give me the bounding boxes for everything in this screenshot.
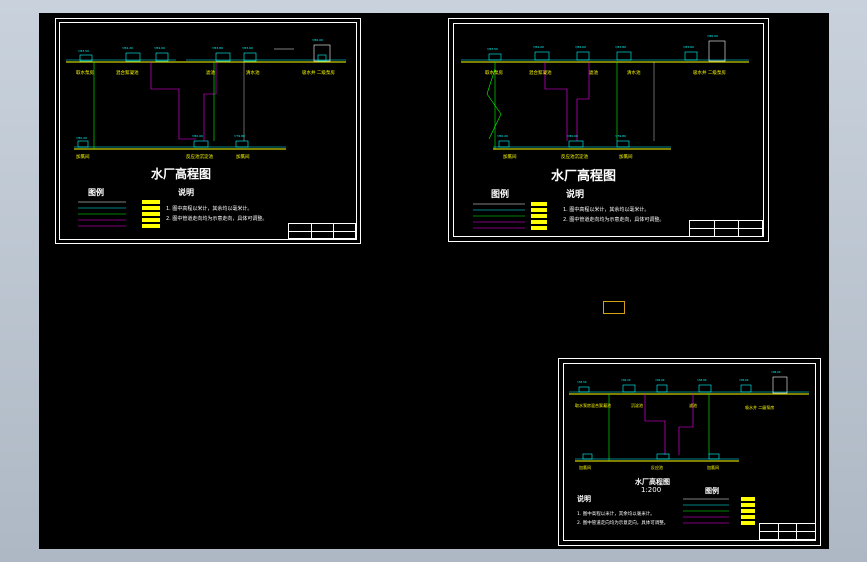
legend-heading: 图例	[88, 187, 104, 197]
title-block	[759, 523, 816, 540]
svg-text:▽79.80: ▽79.80	[615, 134, 626, 138]
legend-heading: 图例	[491, 190, 510, 200]
elevation-profile: ▽83.50 ▽84.20 ▽84.00 ▽83.80 ▽83.60 ▽86.00 取…	[569, 370, 809, 525]
svg-text:▽84.20: ▽84.20	[621, 378, 631, 382]
svg-text:吸水井 二级泵房: 吸水井 二级泵房	[302, 69, 335, 76]
svg-text:▽84.00: ▽84.00	[154, 46, 165, 50]
svg-text:滤池: 滤池	[589, 69, 598, 76]
svg-text:吸水井 二级泵房: 吸水井 二级泵房	[745, 404, 774, 410]
note-1: 1. 图中高程以米计，其余均以毫米计。	[166, 206, 253, 212]
svg-text:▽83.50: ▽83.50	[577, 380, 587, 384]
notes-heading: 说明	[566, 190, 585, 200]
note-2: 2. 图中管道走向均为示意走向，具体可调整。	[563, 217, 665, 223]
drawing-sheet-2[interactable]: ▽83.50 ▽84.20 ▽84.00 ▽83.80 ▽83.60 ▽86.00 ▽…	[448, 18, 769, 242]
svg-text:滤池: 滤池	[689, 402, 697, 408]
svg-text:清水池: 清水池	[246, 69, 260, 76]
svg-text:▽83.80: ▽83.80	[212, 46, 223, 50]
svg-text:清水池: 清水池	[627, 69, 641, 76]
svg-text:▽83.60: ▽83.60	[683, 45, 694, 49]
svg-text:加氯间: 加氯间	[579, 464, 591, 470]
note-1: 1. 图中高程以米计，其余均以毫米计。	[577, 512, 655, 517]
svg-text:吸水井 二级泵房: 吸水井 二级泵房	[693, 69, 726, 76]
unit-label: 取水泵房	[76, 69, 94, 76]
svg-text:▽86.00: ▽86.00	[707, 34, 718, 38]
drawing-sheet-3[interactable]: ▽83.50 ▽84.20 ▽84.00 ▽83.80 ▽83.60 ▽86.00 取…	[558, 358, 821, 546]
svg-text:▽83.50: ▽83.50	[487, 47, 498, 51]
drawing-canvas[interactable]: ▽83.50 ▽84.20 ▽84.00 ▽83.80 ▽83.60 ▽86.00 ▽…	[39, 13, 829, 549]
svg-text:▽80.00: ▽80.00	[192, 134, 203, 138]
svg-text:加氯间: 加氯间	[236, 153, 250, 160]
svg-text:反应池: 反应池	[651, 464, 663, 470]
sheet-title: 水厂高程图	[551, 169, 617, 184]
svg-text:▽83.50: ▽83.50	[78, 49, 89, 53]
svg-text:▽83.80: ▽83.80	[615, 45, 626, 49]
notes-heading: 说明	[178, 187, 194, 197]
note-2: 2. 图中管道走向均为示意走向，具体可调整。	[166, 216, 268, 222]
block-marker[interactable]	[603, 301, 625, 314]
svg-text:沉淀池: 沉淀池	[631, 402, 643, 408]
notes-heading: 说明	[577, 494, 591, 503]
svg-text:▽79.80: ▽79.80	[234, 134, 245, 138]
title-block	[288, 223, 356, 239]
svg-text:滤池: 滤池	[206, 69, 215, 76]
svg-text:加氯间: 加氯间	[76, 153, 90, 160]
svg-text:混合絮凝池: 混合絮凝池	[116, 69, 139, 76]
svg-text:▽80.20: ▽80.20	[497, 134, 508, 138]
svg-text:▽86.00: ▽86.00	[312, 38, 323, 42]
svg-text:▽84.00: ▽84.00	[575, 45, 586, 49]
svg-text:反应池沉淀池: 反应池沉淀池	[186, 153, 213, 160]
svg-text:▽83.80: ▽83.80	[697, 378, 707, 382]
svg-text:取水泵房: 取水泵房	[485, 69, 503, 76]
svg-text:▽83.60: ▽83.60	[739, 378, 749, 382]
note-2: 2. 图中管道走向均为示意走向，具体可调整。	[577, 521, 669, 526]
svg-text:取水泵房混合絮凝池: 取水泵房混合絮凝池	[575, 402, 611, 408]
sheet-scale: 1:200	[641, 486, 662, 494]
svg-text:▽84.20: ▽84.20	[533, 45, 544, 49]
svg-text:加氯间: 加氯间	[619, 153, 633, 160]
svg-text:▽83.60: ▽83.60	[242, 46, 253, 50]
svg-text:加氯间: 加氯间	[707, 464, 719, 470]
svg-text:▽84.00: ▽84.00	[655, 378, 665, 382]
svg-text:▽80.00: ▽80.00	[567, 134, 578, 138]
svg-text:加氯间: 加氯间	[503, 153, 517, 160]
svg-text:▽80.20: ▽80.20	[76, 136, 87, 140]
note-1: 1. 图中高程以米计，其余均以毫米计。	[563, 207, 650, 213]
svg-text:▽86.00: ▽86.00	[771, 370, 781, 374]
legend-heading: 图例	[705, 486, 719, 495]
drawing-sheet-1[interactable]: ▽83.50 ▽84.20 ▽84.00 ▽83.80 ▽83.60 ▽86.00 ▽…	[55, 18, 361, 244]
svg-text:▽84.20: ▽84.20	[122, 46, 133, 50]
svg-text:混合絮凝池: 混合絮凝池	[529, 69, 552, 76]
title-block	[689, 220, 763, 237]
sheet-title: 水厂高程图	[151, 167, 212, 181]
svg-text:反应池沉淀池: 反应池沉淀池	[561, 153, 588, 160]
